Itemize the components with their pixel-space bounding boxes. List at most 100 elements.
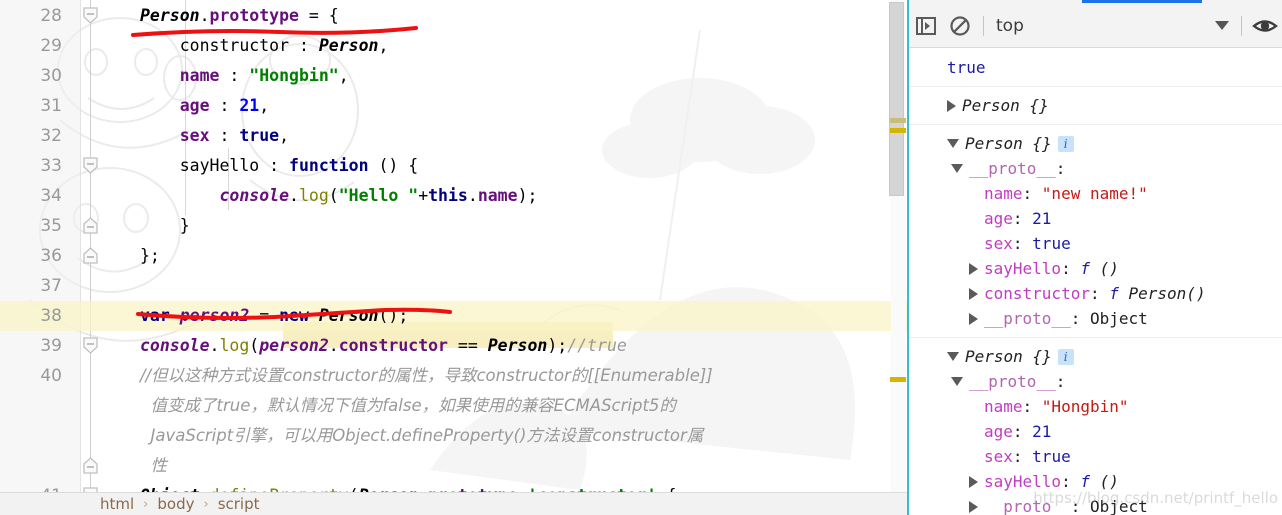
disclosure-triangle-expanded-icon[interactable] xyxy=(947,139,959,148)
code-line[interactable]: 38 var person2 = new Person(); xyxy=(0,301,907,331)
disclosure-triangle-expanded-icon[interactable] xyxy=(951,164,963,173)
disclosure-triangle-collapsed-icon[interactable] xyxy=(969,262,978,275)
console-message-line[interactable]: age: 21 xyxy=(909,419,1282,444)
active-tab-indicator xyxy=(1082,0,1202,3)
code-line[interactable]: 39 console.log(person2.constructor == Per… xyxy=(0,331,907,361)
code-line[interactable]: 值变成了true，默认情况下值为false，如果使用的兼容ECMAScript5… xyxy=(0,391,907,421)
console-message-line[interactable]: Person {} i xyxy=(909,344,1282,369)
line-number: 36 xyxy=(40,246,62,266)
code-line-text: sex : true, xyxy=(140,121,289,151)
info-badge-icon[interactable]: i xyxy=(1057,348,1074,365)
console-message-line[interactable]: age: 21 xyxy=(909,206,1282,231)
breadcrumb-item-body[interactable]: body xyxy=(157,495,194,513)
console-message-line[interactable]: Person {} xyxy=(909,93,1282,118)
code-token: }; xyxy=(140,246,160,265)
breadcrumb-item-html[interactable]: html xyxy=(100,495,134,513)
breadcrumb-separator: › xyxy=(203,496,209,512)
line-number: 33 xyxy=(40,156,62,176)
console-message[interactable]: true xyxy=(909,49,1282,87)
code-line-text: }; xyxy=(140,241,160,271)
console-message[interactable]: Person {} xyxy=(909,87,1282,125)
console-token: : xyxy=(1012,422,1033,441)
fold-collapse-icon[interactable] xyxy=(83,7,98,24)
code-token: , xyxy=(378,36,389,55)
console-message[interactable]: Person {} i __proto__: name: "new name!" age… xyxy=(909,125,1282,338)
info-badge-icon[interactable]: i xyxy=(1057,135,1074,152)
console-toolbar: top xyxy=(909,4,1282,48)
code-line[interactable]: 37 xyxy=(0,271,907,301)
code-token: log xyxy=(219,336,250,355)
code-line[interactable]: JavaScript引擎，可以用Object.defineProperty()方… xyxy=(0,421,907,451)
breadcrumb[interactable]: html › body › script xyxy=(0,492,907,515)
code-line[interactable]: 29 constructor : Person, xyxy=(0,31,907,61)
code-token: Person xyxy=(318,36,379,55)
editor-scrollbar-thumb[interactable] xyxy=(889,2,904,196)
console-token: Object xyxy=(1089,497,1148,515)
fold-collapse-icon[interactable] xyxy=(83,337,98,354)
console-token: f xyxy=(1080,259,1090,278)
console-message-line[interactable]: sex: true xyxy=(909,231,1282,256)
console-token: constructor xyxy=(984,284,1090,303)
disclosure-triangle-collapsed-icon[interactable] xyxy=(969,287,978,300)
fold-end-icon[interactable] xyxy=(83,457,98,474)
code-line[interactable]: 35 } xyxy=(0,211,907,241)
fold-collapse-icon[interactable] xyxy=(83,157,98,174)
console-message-line[interactable]: name: "Hongbin" xyxy=(909,394,1282,419)
toolbar-divider xyxy=(983,15,984,36)
disclosure-triangle-expanded-icon[interactable] xyxy=(947,352,959,361)
code-line[interactable]: 31 age : 21, xyxy=(0,91,907,121)
line-number: 31 xyxy=(40,96,62,116)
code-line[interactable]: 32 sex : true, xyxy=(0,121,907,151)
console-message-line[interactable]: name: "new name!" xyxy=(909,181,1282,206)
console-message-list[interactable]: true Person {} Person {} i __proto__: name: "… xyxy=(909,49,1282,515)
code-line[interactable]: 30 name : "Hongbin", xyxy=(0,61,907,91)
disclosure-triangle-collapsed-icon[interactable] xyxy=(969,500,978,513)
code-token: ); xyxy=(517,186,538,205)
clear-console-icon[interactable] xyxy=(943,11,977,41)
console-token: name xyxy=(984,184,1023,203)
live-expression-eye-icon[interactable] xyxy=(1248,11,1282,41)
code-token: //true xyxy=(567,336,627,355)
editor-scroll-area[interactable]: 28 Person.prototype = {29 constructor : P… xyxy=(0,0,907,506)
disclosure-triangle-collapsed-icon[interactable] xyxy=(947,99,956,112)
editor-scrollbar-track[interactable] xyxy=(889,0,906,492)
console-token: : xyxy=(1012,234,1033,253)
fold-end-icon[interactable] xyxy=(83,247,98,264)
console-message-line[interactable]: __proto__: xyxy=(909,156,1282,181)
console-message-line[interactable]: sex: true xyxy=(909,444,1282,469)
disclosure-triangle-collapsed-icon[interactable] xyxy=(969,312,978,325)
console-token: sayHello xyxy=(984,472,1062,491)
code-line-text: age : 21, xyxy=(140,91,269,121)
disclosure-triangle-collapsed-icon[interactable] xyxy=(969,475,978,488)
console-message-line[interactable]: __proto__: Object xyxy=(909,494,1282,515)
console-message-line[interactable]: __proto__: Object xyxy=(909,306,1282,331)
code-token: . xyxy=(467,186,478,205)
console-message-line[interactable]: constructor: f Person() xyxy=(909,281,1282,306)
console-message-line[interactable]: true xyxy=(909,55,1282,80)
console-token: "Hongbin" xyxy=(1041,397,1129,416)
code-line-text: JavaScript引擎，可以用Object.defineProperty()方… xyxy=(140,421,703,451)
code-line[interactable]: 33 sayHello : function () { xyxy=(0,151,907,181)
breadcrumb-item-script[interactable]: script xyxy=(218,495,260,513)
disclosure-triangle-expanded-icon[interactable] xyxy=(951,377,963,386)
chevron-down-icon[interactable] xyxy=(1215,21,1229,30)
fold-end-icon[interactable] xyxy=(83,217,98,234)
console-message-line[interactable]: sayHello: f () xyxy=(909,256,1282,281)
console-message-line[interactable]: __proto__: xyxy=(909,369,1282,394)
console-sidebar-toggle-icon[interactable] xyxy=(909,11,943,41)
breadcrumb-separator: › xyxy=(143,496,149,512)
code-line[interactable]: 36}; xyxy=(0,241,907,271)
console-message-line[interactable]: sayHello: f () xyxy=(909,469,1282,494)
console-token: Person {} xyxy=(965,347,1052,366)
code-line[interactable]: 性 xyxy=(0,451,907,481)
code-line[interactable]: 28 Person.prototype = { xyxy=(0,1,907,31)
code-line-text: } xyxy=(140,211,190,241)
console-message-line[interactable]: Person {} i xyxy=(909,131,1282,156)
code-line[interactable]: 40 //但以这种方式设置constructor的属性，导致constructor… xyxy=(0,361,907,391)
console-token: true xyxy=(1032,234,1071,253)
code-token: . xyxy=(289,186,299,205)
execution-context-selector[interactable]: top xyxy=(990,16,1235,36)
console-message[interactable]: Person {} i __proto__: name: "Hongbin" age: … xyxy=(909,338,1282,515)
code-line[interactable]: 34 console.log("Hello "+this.name); xyxy=(0,181,907,211)
code-token: , xyxy=(338,66,349,85)
